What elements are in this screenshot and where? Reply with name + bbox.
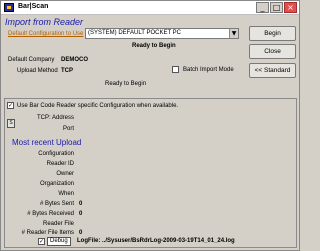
- logfile-path: LogFile: ../Sysuser/BsRdrLog-2009-03-19T…: [77, 238, 235, 244]
- field-label-reader-file-items: # Reader File Items: [21, 230, 74, 236]
- status-text-2: Ready to Begin: [105, 81, 147, 87]
- field-label-bytes-sent: # Bytes Sent: [39, 201, 74, 207]
- debug-label: Debug: [47, 237, 71, 246]
- close-button[interactable]: Close: [249, 44, 296, 59]
- chevron-down-icon[interactable]: ▼: [229, 29, 238, 38]
- batch-import-label: Batch Import Mode: [183, 67, 234, 73]
- field-label-bytes-received: # Bytes Received: [27, 211, 74, 217]
- field-label-when: When: [58, 191, 74, 197]
- batch-import-checkbox[interactable]: [172, 66, 179, 73]
- import-window: Bar|Scan _ □ × Import from Reader Defaul…: [0, 0, 300, 251]
- recent-upload-title: Most recent Upload: [12, 138, 82, 147]
- use-specific-config-checkbox[interactable]: ✓: [7, 102, 14, 109]
- standard-button[interactable]: << Standard: [249, 63, 296, 78]
- title-bar: Bar|Scan _ □ ×: [1, 1, 299, 15]
- field-value-bytes-sent: 0: [79, 201, 83, 207]
- status-text: Ready to Begin: [132, 43, 176, 49]
- use-specific-config-label: Use Bar Code Reader specific Configurati…: [17, 103, 179, 109]
- company-label: Default Company: [8, 57, 55, 63]
- window-title: Bar|Scan: [18, 3, 49, 10]
- field-value-reader-file-items: 0: [79, 230, 83, 236]
- field-label-configuration: Configuration: [38, 151, 74, 157]
- field-label-owner: Owner: [56, 171, 74, 177]
- maximize-icon[interactable]: □: [270, 2, 283, 13]
- upload-method-value: TCP: [61, 68, 73, 74]
- close-icon[interactable]: ×: [284, 2, 297, 13]
- field-label-reader-id: Reader ID: [46, 161, 74, 167]
- field-label-organization: Organization: [39, 181, 74, 187]
- app-icon: [4, 3, 14, 12]
- field-label-reader-file: Reader File: [42, 221, 74, 227]
- tcp-address-label: TCP: Address: [36, 115, 74, 121]
- company-value: DEMOCO: [61, 57, 88, 63]
- field-value-bytes-received: 0: [79, 211, 83, 217]
- port-label: Port: [62, 126, 74, 132]
- upload-method-label: Upload Method: [17, 68, 58, 74]
- minimize-icon[interactable]: _: [256, 2, 269, 13]
- begin-button[interactable]: Begin: [249, 26, 296, 41]
- debug-checkbox[interactable]: ✓: [38, 238, 45, 245]
- config-select[interactable]: (SYSTEM) DEFAULT POCKET PC ▼: [85, 28, 239, 39]
- config-select-value: (SYSTEM) DEFAULT POCKET PC: [88, 30, 182, 36]
- page-title: Import from Reader: [5, 17, 84, 27]
- default-config-link[interactable]: Default Configuration to Use: [8, 31, 83, 37]
